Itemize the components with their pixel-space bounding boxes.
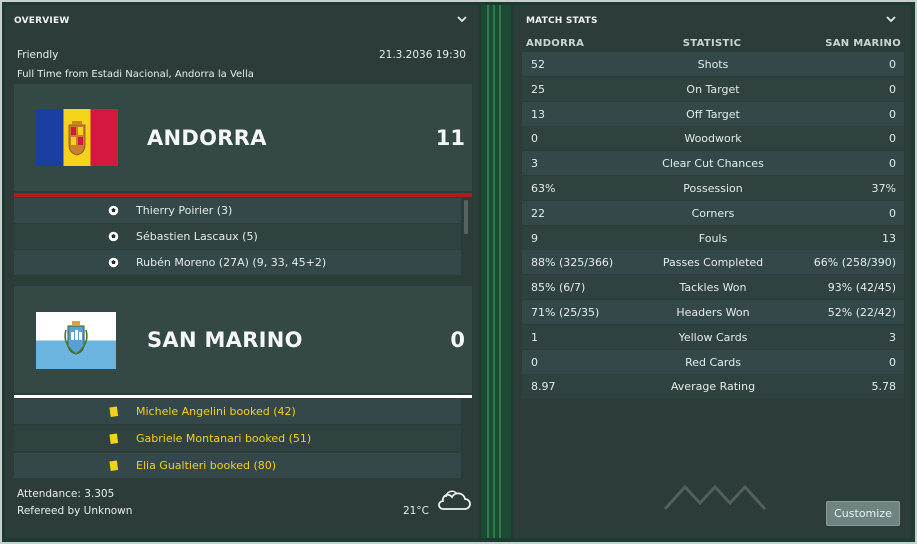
stat-away-value: 0 <box>889 355 896 369</box>
stat-away-value: 13 <box>882 231 896 245</box>
stat-row[interactable]: 63% Possession 37% <box>522 176 904 200</box>
stat-label: Woodwork <box>684 132 742 146</box>
stat-away-value: 66% (258/390) <box>813 256 896 270</box>
stat-row[interactable]: 52 Shots 0 <box>522 52 904 76</box>
stat-row[interactable]: 22 Corners 0 <box>522 200 904 225</box>
stat-label: Red Cards <box>685 355 741 369</box>
stat-row[interactable]: 3 Clear Cut Chances 0 <box>522 151 904 176</box>
stat-label: Possession <box>683 182 743 195</box>
watermark-logo <box>663 484 767 511</box>
away-event-text[interactable]: Gabriele Montanari booked (51) <box>136 432 311 445</box>
stat-label: On Target <box>686 82 740 96</box>
chevron-down-icon[interactable] <box>885 14 897 24</box>
stat-row[interactable]: 13 Off Target 0 <box>522 101 904 126</box>
stat-row[interactable]: 88% (325/366) Passes Completed 66% (258/39… <box>522 250 904 275</box>
column-header-away[interactable]: SAN MARINO <box>825 38 901 49</box>
yellow-card-icon <box>109 460 119 471</box>
stat-label: Shots <box>697 58 729 71</box>
stat-row[interactable]: 71% (25/35) Headers Won 52% (22/42) <box>522 300 904 324</box>
away-team-color-bar <box>14 395 472 398</box>
yellow-card-icon <box>109 406 119 417</box>
stat-away-value: 0 <box>889 82 896 96</box>
stat-row[interactable]: 25 On Target 0 <box>522 76 904 101</box>
stat-label: Fouls <box>698 231 728 245</box>
football-icon <box>108 205 119 216</box>
overview-header[interactable]: OVERVIEW <box>5 5 479 35</box>
football-icon <box>108 231 119 242</box>
stat-away-value: 3 <box>889 330 896 344</box>
away-team-name[interactable]: SAN MARINO <box>147 328 303 352</box>
home-event-text[interactable]: Sébastien Lascaux (5) <box>136 230 258 243</box>
home-events-scrollbar[interactable] <box>464 200 468 234</box>
stat-row[interactable]: 0 Woodwork 0 <box>522 126 904 151</box>
stat-away-value: 0 <box>889 107 896 121</box>
home-event-row[interactable]: Thierry Poirier (3) <box>14 198 461 223</box>
stat-label: Yellow Cards <box>678 330 748 344</box>
stat-label: Off Target <box>686 107 740 121</box>
stat-away-value: 0 <box>889 206 896 220</box>
home-team-block[interactable]: ANDORRA 11 <box>14 84 472 191</box>
away-event-row[interactable]: Gabriele Montanari booked (51) <box>14 426 461 451</box>
result-line: Full Time from Estadi Nacional, Andorra … <box>17 69 254 80</box>
referee: Refereed by Unknown <box>17 505 133 517</box>
match-stats-header[interactable]: MATCH STATS <box>513 5 911 35</box>
andorra-flag-icon <box>36 109 118 166</box>
stat-row[interactable]: 9 Fouls 13 <box>522 225 904 250</box>
stat-away-value: 0 <box>889 58 896 71</box>
away-team-score: 0 <box>450 328 465 352</box>
stat-label: Clear Cut Chances <box>662 157 764 171</box>
stat-row[interactable]: 1 Yellow Cards 3 <box>522 324 904 349</box>
stat-label: Corners <box>691 206 735 220</box>
cloudy-icon <box>438 490 471 510</box>
san-marino-flag-icon <box>36 312 116 369</box>
away-event-text[interactable]: Elia Gualtieri booked (80) <box>136 459 276 472</box>
stat-away-value: 52% (22/42) <box>827 306 896 319</box>
stat-row[interactable]: 8.97 Average Rating 5.78 <box>522 374 904 399</box>
home-event-text[interactable]: Thierry Poirier (3) <box>136 204 232 217</box>
stat-label: Average Rating <box>670 380 756 394</box>
match-stats-title: MATCH STATS <box>526 16 598 26</box>
home-event-text[interactable]: Rubén Moreno (27A) (9, 33, 45+2) <box>136 256 326 269</box>
attendance: Attendance: 3.305 <box>17 488 115 500</box>
away-event-text[interactable]: Michele Angelini booked (42) <box>136 405 296 418</box>
stat-away-value: 0 <box>889 132 896 146</box>
customize-button[interactable]: Customize <box>826 501 900 526</box>
match-stats-panel: MATCH STATS ANDORRA STATISTIC SAN MARINO… <box>513 5 911 538</box>
match-datetime: 21.3.2036 19:30 <box>378 49 466 61</box>
temperature: 21°C <box>403 505 429 517</box>
football-icon <box>108 257 119 268</box>
away-team-block[interactable]: SAN MARINO 0 <box>14 286 472 393</box>
yellow-card-icon <box>109 433 119 444</box>
home-team-score: 11 <box>435 126 465 150</box>
chevron-down-icon[interactable] <box>456 14 468 24</box>
stat-row[interactable]: 85% (6/7) Tackles Won 93% (42/45) <box>522 275 904 300</box>
stat-away-value: 5.78 <box>871 380 897 394</box>
away-event-row[interactable]: Michele Angelini booked (42) <box>14 399 461 424</box>
stat-away-value: 37% <box>871 182 896 195</box>
stat-away-value: 0 <box>889 157 896 171</box>
away-event-row[interactable]: Elia Gualtieri booked (80) <box>14 453 461 478</box>
home-event-row[interactable]: Rubén Moreno (27A) (9, 33, 45+2) <box>14 250 461 275</box>
home-event-row[interactable]: Sébastien Lascaux (5) <box>14 224 461 249</box>
stat-row[interactable]: 0 Red Cards 0 <box>522 349 904 374</box>
home-team-name[interactable]: ANDORRA <box>147 126 267 150</box>
stat-away-value: 93% (42/45) <box>827 281 896 295</box>
match-type: Friendly <box>17 49 59 61</box>
pitch-divider <box>481 5 511 538</box>
overview-panel: OVERVIEW Friendly 21.3.2036 19:30 Full T… <box>5 5 479 538</box>
overview-title: OVERVIEW <box>14 16 70 26</box>
home-team-color-bar <box>14 193 472 197</box>
